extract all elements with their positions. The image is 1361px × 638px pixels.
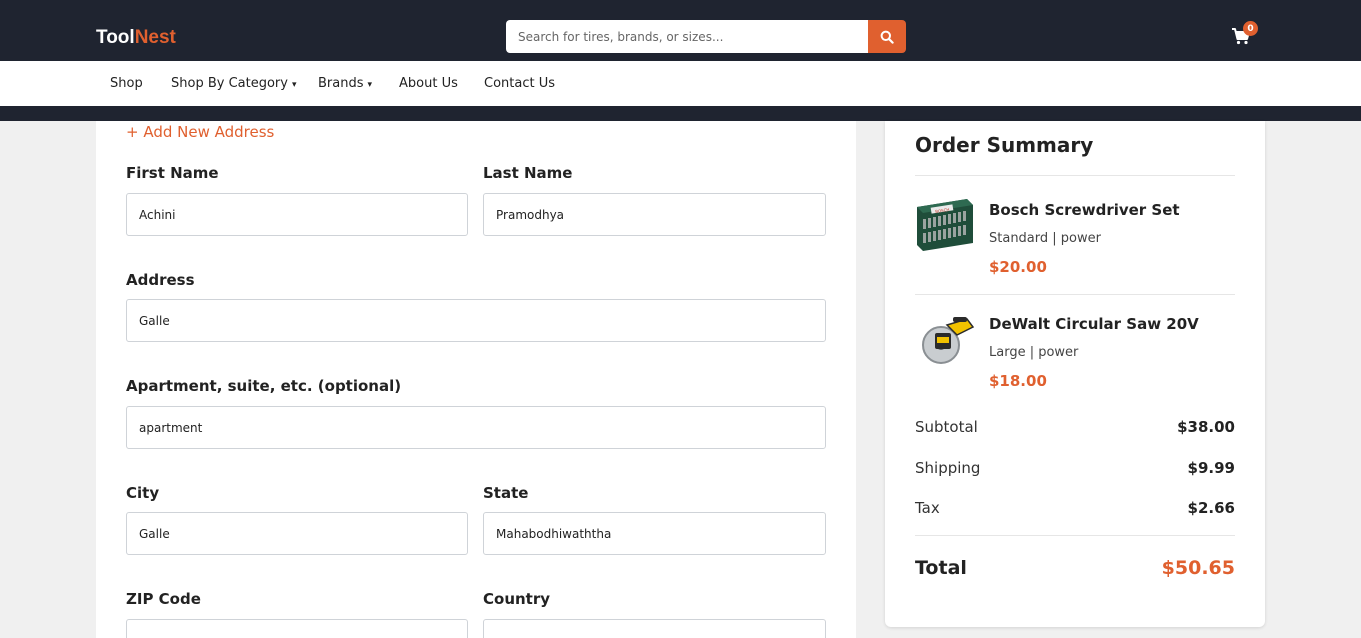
main-nav: Shop Shop By Category ▾ Brands ▾ About Us …: [0, 61, 1361, 106]
add-new-address-link[interactable]: + Add New Address: [126, 123, 274, 141]
tax-label: Tax: [915, 499, 940, 517]
item-price: $20.00: [989, 258, 1047, 276]
cart-count-badge: 0: [1243, 21, 1258, 36]
nav-shop-by-category[interactable]: Shop By Category ▾: [171, 76, 297, 91]
address-field[interactable]: [126, 299, 826, 342]
circular-saw-image: [922, 317, 975, 364]
address-label: Address: [126, 271, 195, 289]
first-name-label: First Name: [126, 164, 219, 182]
city-field[interactable]: [126, 512, 468, 555]
search-icon: [880, 30, 894, 44]
nav-shop-by-category-label: Shop By Category: [171, 76, 288, 91]
brand-logo[interactable]: ToolNest: [96, 27, 176, 49]
chevron-down-icon: ▾: [291, 80, 297, 90]
search-button[interactable]: [868, 20, 906, 53]
city-label: City: [126, 484, 160, 502]
item-name: Bosch Screwdriver Set: [989, 201, 1180, 219]
chevron-down-icon: ▾: [367, 80, 373, 90]
divider: [915, 294, 1235, 295]
cart-button[interactable]: 0: [1231, 21, 1258, 49]
brand-name-part1: Tool: [96, 27, 135, 48]
subtotal-label: Subtotal: [915, 418, 978, 436]
divider: [915, 535, 1235, 536]
last-name-label: Last Name: [483, 164, 573, 182]
apartment-label: Apartment, suite, etc. (optional): [126, 377, 402, 395]
nav-brands-label: Brands: [318, 76, 364, 91]
item-variant: Large | power: [989, 345, 1079, 360]
nav-shop[interactable]: Shop: [110, 76, 143, 91]
tax-value: $2.66: [1187, 499, 1235, 517]
search-input[interactable]: [506, 20, 868, 53]
country-label: Country: [483, 590, 551, 608]
item-name: DeWalt Circular Saw 20V: [989, 315, 1199, 333]
divider: [915, 175, 1235, 176]
brand-name-part2: Nest: [134, 27, 176, 48]
zip-code-label: ZIP Code: [126, 590, 201, 608]
shipping-value: $9.99: [1187, 459, 1235, 477]
nav-brands[interactable]: Brands ▾: [318, 76, 372, 91]
first-name-field[interactable]: [126, 193, 468, 236]
nav-contact-us[interactable]: Contact Us: [484, 76, 555, 91]
item-variant: Standard | power: [989, 231, 1101, 246]
order-summary-title: Order Summary: [915, 133, 1094, 157]
zip-code-field[interactable]: [126, 619, 468, 638]
country-field[interactable]: [483, 619, 826, 638]
search-bar: [506, 20, 906, 53]
order-summary-card: Order Summary BOSCH Bosch Screwdriver Se…: [885, 121, 1265, 627]
top-header: ToolNest 0: [0, 0, 1361, 61]
header-divider-band: [0, 106, 1361, 121]
nav-about-us[interactable]: About Us: [399, 76, 458, 91]
state-field[interactable]: [483, 512, 826, 555]
subtotal-value: $38.00: [1177, 418, 1235, 436]
last-name-field[interactable]: [483, 193, 826, 236]
shipping-form-card: + Add New Address First Name Last Name A…: [96, 121, 856, 638]
screwdriver-set-image: BOSCH: [917, 199, 973, 251]
state-label: State: [483, 484, 529, 502]
total-label: Total: [915, 557, 967, 579]
apartment-field[interactable]: [126, 406, 826, 449]
total-value: $50.65: [1161, 557, 1235, 579]
item-price: $18.00: [989, 372, 1047, 390]
shipping-label: Shipping: [915, 459, 981, 477]
